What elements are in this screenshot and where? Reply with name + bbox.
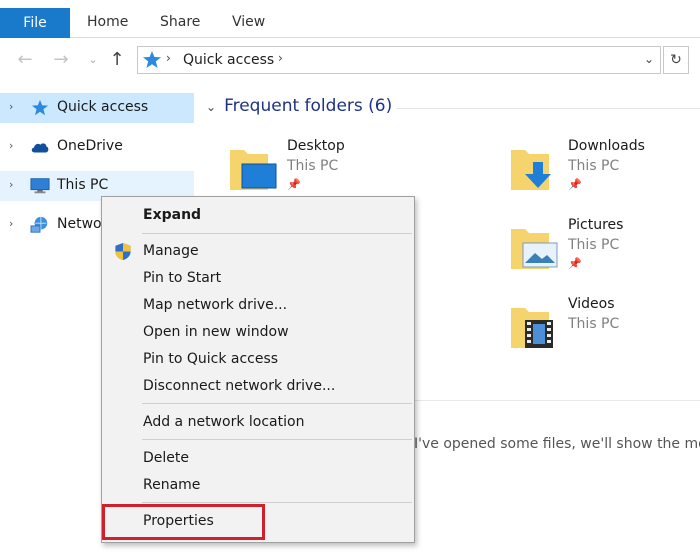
- nav-item-label: OneDrive: [57, 138, 123, 154]
- group-title: Frequent folders (6): [224, 96, 393, 116]
- this-pc-monitor-icon: [30, 178, 50, 194]
- folder-location: This PC: [568, 316, 620, 332]
- folder-location: This PC: [568, 237, 620, 253]
- group-header-frequent-folders[interactable]: ⌄ Frequent folders (6): [206, 96, 392, 116]
- quick-access-star-icon: [31, 99, 49, 116]
- nav-item-onedrive[interactable]: › OneDrive: [0, 132, 194, 162]
- menu-item-pin-to-start[interactable]: Pin to Start: [102, 265, 414, 291]
- downloads-folder-icon: [511, 150, 551, 190]
- folder-location: This PC: [568, 158, 620, 174]
- menu-item-delete[interactable]: Delete: [102, 445, 414, 471]
- menu-item-rename[interactable]: Rename: [102, 472, 414, 498]
- onedrive-cloud-icon: [31, 143, 49, 153]
- address-bar[interactable]: › Quick access › ⌄: [137, 46, 661, 74]
- recent-files-divider: [414, 400, 700, 401]
- tab-file[interactable]: File: [0, 8, 70, 38]
- breadcrumb-separator-icon[interactable]: ›: [278, 51, 283, 65]
- folder-desktop[interactable]: Desktop This PC 📌: [228, 138, 428, 202]
- folder-videos[interactable]: Videos This PC: [509, 296, 700, 360]
- address-dropdown-chevron-icon[interactable]: ⌄: [644, 52, 654, 66]
- expand-chevron-icon[interactable]: ›: [9, 139, 13, 152]
- folder-location: This PC: [287, 158, 339, 174]
- nav-item-quick-access[interactable]: › Quick access: [0, 93, 194, 123]
- quick-access-star-icon: [143, 51, 161, 68]
- folder-name: Downloads: [568, 138, 645, 154]
- tab-share[interactable]: Share: [160, 0, 200, 38]
- menu-item-expand[interactable]: Expand: [102, 202, 414, 228]
- menu-separator: [142, 502, 412, 503]
- menu-item-disconnect-network-drive[interactable]: Disconnect network drive...: [102, 373, 414, 399]
- tab-view[interactable]: View: [232, 0, 265, 38]
- recent-locations-chevron-icon[interactable]: ⌄: [82, 49, 104, 71]
- network-icon: [30, 216, 48, 233]
- navigation-row: ← → ⌄ ↑ › Quick access › ⌄ ↻: [0, 39, 700, 83]
- tab-home[interactable]: Home: [87, 0, 128, 38]
- menu-separator: [142, 233, 412, 234]
- expand-chevron-icon[interactable]: ›: [9, 178, 13, 191]
- nav-item-label: Netwo: [57, 216, 102, 232]
- ribbon: File Home Share View: [0, 0, 700, 38]
- admin-shield-icon: [115, 242, 131, 261]
- breadcrumb-quick-access[interactable]: Quick access: [183, 52, 274, 68]
- menu-item-add-network-location[interactable]: Add a network location: [102, 409, 414, 435]
- menu-item-open-in-new-window[interactable]: Open in new window: [102, 319, 414, 345]
- back-arrow-icon[interactable]: ←: [14, 49, 36, 71]
- refresh-icon[interactable]: ↻: [663, 46, 689, 74]
- menu-item-pin-to-quick-access[interactable]: Pin to Quick access: [102, 346, 414, 372]
- folder-downloads[interactable]: Downloads This PC 📌: [509, 138, 700, 202]
- pin-icon: 📌: [568, 257, 582, 270]
- folder-name: Desktop: [287, 138, 345, 154]
- pin-icon: 📌: [568, 178, 582, 191]
- breadcrumb-separator-icon[interactable]: ›: [166, 51, 171, 65]
- context-menu: Expand Manage Pin to Start Map network d…: [101, 196, 415, 543]
- up-arrow-icon[interactable]: ↑: [106, 49, 128, 71]
- expand-chevron-icon[interactable]: ›: [9, 100, 13, 113]
- forward-arrow-icon[interactable]: →: [50, 49, 72, 71]
- menu-item-manage[interactable]: Manage: [102, 238, 414, 264]
- folder-name: Pictures: [568, 217, 624, 233]
- desktop-folder-icon: [230, 150, 277, 190]
- folder-pictures[interactable]: Pictures This PC 📌: [509, 217, 700, 281]
- nav-item-label: Quick access: [57, 99, 149, 115]
- pin-icon: 📌: [287, 178, 301, 191]
- recent-files-empty-message: I've opened some files, we'll show the m…: [414, 436, 700, 452]
- properties-highlight-box: [102, 504, 265, 540]
- menu-item-map-network-drive[interactable]: Map network drive...: [102, 292, 414, 318]
- videos-folder-icon: [511, 308, 553, 348]
- pictures-folder-icon: [511, 229, 558, 269]
- collapse-chevron-icon[interactable]: ⌄: [206, 100, 216, 114]
- menu-separator: [142, 439, 412, 440]
- folder-name: Videos: [568, 296, 615, 312]
- group-divider: [396, 108, 700, 109]
- expand-chevron-icon[interactable]: ›: [9, 217, 13, 230]
- menu-separator: [142, 403, 412, 404]
- nav-item-label: This PC: [57, 177, 109, 193]
